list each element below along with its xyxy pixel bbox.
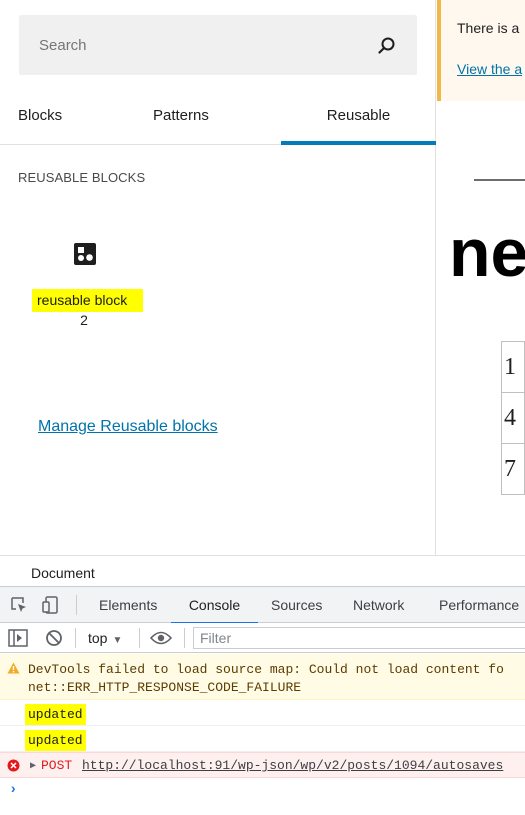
section-title: REUSABLE BLOCKS [18, 170, 146, 185]
inserter-tabs: Blocks Patterns Reusable [0, 96, 436, 145]
toolbar-divider [139, 628, 140, 648]
chevron-down-icon: ▼ [112, 635, 123, 646]
devtools-tab-bar: Elements Console Sources Network Perform… [0, 587, 525, 624]
console-prompt[interactable]: › [0, 778, 525, 802]
block-usage-count: 2 [80, 312, 88, 328]
table-row: 1 [501, 341, 525, 393]
notice-link[interactable]: View the a [457, 61, 522, 77]
toolbar-divider [184, 628, 185, 648]
toolbar-divider [76, 595, 77, 615]
devtools-tab-network[interactable]: Network [353, 587, 404, 623]
console-log-message: updated [0, 700, 525, 726]
log-text: updated [25, 730, 86, 751]
console-messages: DevTools failed to load source map: Coul… [0, 654, 525, 802]
device-toolbar-icon[interactable] [42, 595, 62, 615]
document-bar: Document [0, 555, 525, 586]
table-block[interactable]: 1 4 7 [501, 341, 525, 495]
error-icon [7, 759, 20, 772]
table-cell[interactable]: 1 [501, 341, 525, 393]
sidebar-toggle-icon[interactable] [8, 629, 28, 647]
eye-icon[interactable] [150, 630, 172, 646]
console-warning-message: DevTools failed to load source map: Coul… [0, 654, 525, 700]
heading-block[interactable]: ne [449, 213, 525, 293]
search-box [19, 15, 417, 75]
devtools-tab-sources[interactable]: Sources [271, 587, 322, 623]
console-log-message: updated [0, 726, 525, 752]
tab-reusable[interactable]: Reusable [281, 96, 436, 145]
tab-patterns[interactable]: Patterns [153, 96, 209, 145]
table-row: 4 [501, 392, 525, 444]
block-inserter-panel: Blocks Patterns Reusable REUSABLE BLOCKS… [0, 0, 436, 555]
reusable-block-icon [74, 243, 96, 265]
reusable-block-item[interactable]: reusable block 2 [32, 236, 144, 336]
document-breadcrumb[interactable]: Document [31, 565, 95, 581]
notice-text: There is a [457, 20, 520, 36]
prompt-icon: › [9, 782, 18, 798]
editor-canvas: ne 1 4 7 [437, 101, 525, 555]
inspect-element-icon[interactable] [9, 595, 29, 615]
context-selector[interactable]: top ▼ [88, 628, 122, 648]
search-input[interactable] [19, 15, 417, 75]
warning-text: DevTools failed to load source map: Coul… [28, 662, 504, 677]
tab-blocks[interactable]: Blocks [18, 96, 62, 145]
block-title: reusable block [32, 289, 143, 312]
request-method: POST [41, 758, 73, 773]
console-toolbar: top ▼ [0, 623, 525, 653]
clear-console-icon[interactable] [45, 629, 63, 647]
console-filter-input[interactable] [193, 627, 525, 649]
table-row: 7 [501, 443, 525, 495]
devtools-panel: Elements Console Sources Network Perform… [0, 586, 525, 815]
toolbar-divider [75, 628, 76, 648]
context-value: top [88, 630, 108, 646]
console-error-message[interactable]: ▶ POST http://localhost:91/wp-json/wp/v2… [0, 752, 525, 778]
devtools-tab-performance[interactable]: Performance [439, 587, 519, 623]
search-icon[interactable] [377, 36, 397, 56]
devtools-tab-console[interactable]: Console [171, 587, 258, 624]
editor-notice: There is a View the a [437, 0, 525, 101]
warning-icon [7, 662, 20, 674]
table-cell[interactable]: 4 [501, 392, 525, 444]
warning-text: net::ERR_HTTP_RESPONSE_CODE_FAILURE [28, 680, 302, 695]
devtools-tab-elements[interactable]: Elements [99, 587, 157, 623]
expand-arrow-icon[interactable]: ▶ [30, 758, 36, 776]
request-url-link[interactable]: http://localhost:91/wp-json/wp/v2/posts/… [82, 757, 503, 775]
log-text: updated [25, 704, 86, 725]
manage-reusable-blocks-link[interactable]: Manage Reusable blocks [38, 418, 218, 436]
table-cell[interactable]: 7 [501, 443, 525, 495]
separator-block[interactable] [474, 179, 525, 181]
